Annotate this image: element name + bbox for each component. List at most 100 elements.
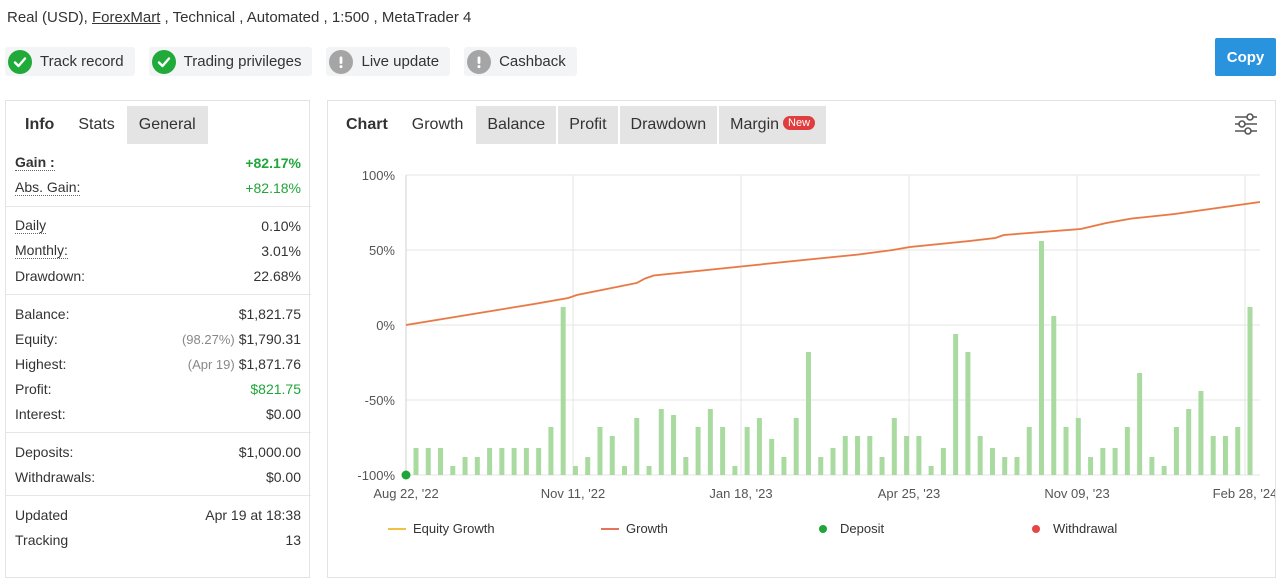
stat-label: Profit: — [15, 380, 52, 397]
tab-general[interactable]: General — [126, 106, 208, 144]
stat-value: Apr 19 at 18:38 — [205, 506, 301, 523]
stat-gain: Gain : +82.17% — [15, 150, 301, 175]
data-bar — [756, 418, 762, 475]
data-bar — [671, 415, 677, 475]
stat-value: 22.68% — [253, 267, 301, 284]
stat-abs-gain: Abs. Gain: +82.18% — [15, 175, 301, 200]
stat-updated: Updated Apr 19 at 18:38 — [15, 502, 301, 527]
divider — [6, 294, 311, 295]
y-tick-label: 100% — [362, 168, 396, 183]
divider — [6, 206, 311, 207]
verification-badges: Track record Trading privileges Live upd… — [5, 47, 577, 76]
data-bar — [953, 334, 959, 475]
badge-live-update[interactable]: Live update — [326, 47, 451, 76]
data-bar — [805, 352, 811, 475]
stat-label[interactable]: Abs. Gain: — [15, 179, 81, 196]
badge-label: Trading privileges — [183, 53, 302, 70]
series-equity-growth — [405, 201, 1261, 326]
stat-label: Highest: — [15, 355, 67, 372]
stat-label: Withdrawals: — [15, 468, 96, 485]
legend-dot — [1032, 524, 1040, 533]
chart-panel: 100% 50% 0% -50% -100% Aug 22, '22 Nov 11, '22… — [327, 100, 1276, 578]
divider — [6, 432, 311, 433]
growth-chart: 100% 50% 0% -50% -100% Aug 22, '22 Nov 11, '22… — [357, 168, 1275, 501]
tab-info[interactable]: Info — [13, 106, 66, 144]
data-bar — [744, 427, 750, 475]
data-bar — [536, 448, 542, 475]
divider — [6, 495, 311, 496]
badge-label: Track record — [40, 53, 124, 70]
stat-deposits: Deposits: $1,000.00 — [15, 439, 301, 464]
stat-value: 3.01% — [261, 242, 301, 259]
stat-label: Drawdown: — [15, 267, 86, 284]
stat-value: +82.18% — [245, 179, 301, 196]
legend-withdrawal[interactable]: Withdrawal — [1032, 521, 1117, 536]
stat-label: Interest: — [15, 405, 66, 422]
stat-equity: Equity: (98.27%) $1,790.31 — [15, 326, 301, 351]
series-growth — [405, 201, 1261, 326]
data-bar — [1137, 373, 1143, 475]
legend-growth[interactable]: Growth — [601, 521, 668, 536]
badge-track-record[interactable]: Track record — [5, 47, 135, 76]
data-bar — [658, 409, 664, 475]
data-bar — [793, 418, 799, 475]
legend-label: Equity Growth — [413, 521, 495, 536]
stat-value: $1,871.76 — [238, 355, 301, 372]
broker-link[interactable]: ForexMart — [92, 9, 160, 26]
stat-label[interactable]: Daily — [15, 217, 47, 234]
data-bar — [781, 457, 787, 475]
stat-profit: Profit: $821.75 — [15, 376, 301, 401]
stat-monthly: Monthly: 3.01% — [15, 238, 301, 263]
stat-label: Updated — [15, 506, 68, 523]
data-bar — [1100, 448, 1106, 475]
check-icon — [151, 49, 176, 74]
legend-equity-growth[interactable]: Equity Growth — [388, 521, 495, 536]
data-bar — [904, 436, 910, 475]
badge-cashback[interactable]: Cashback — [464, 47, 577, 76]
data-bar — [879, 457, 885, 475]
chart-settings-icon[interactable] — [1233, 111, 1259, 137]
data-bar — [560, 307, 566, 475]
data-bar — [818, 457, 824, 475]
data-bar — [1124, 427, 1130, 475]
data-bar — [1149, 457, 1155, 475]
y-tick-label: -100% — [357, 468, 395, 483]
data-bar — [940, 448, 946, 475]
y-tick-label: 50% — [369, 243, 395, 258]
badge-label: Cashback — [499, 53, 566, 70]
stats-panel: Info Stats General Gain : +82.17% Abs. G… — [5, 100, 311, 578]
data-bar — [989, 448, 995, 475]
stat-value: $0.00 — [265, 405, 301, 422]
data-bar — [842, 436, 848, 475]
data-bar — [867, 436, 873, 475]
stats-tabs: Info Stats General — [6, 101, 309, 144]
legend-dot — [819, 524, 827, 533]
legend-deposit[interactable]: Deposit — [819, 521, 884, 536]
stat-label[interactable]: Monthly: — [15, 242, 68, 259]
legend-label: Deposit — [840, 521, 885, 536]
data-bar — [1039, 241, 1044, 475]
stat-interest: Interest: $0.00 — [15, 401, 301, 426]
tab-stats[interactable]: Stats — [66, 106, 127, 144]
data-bar — [891, 418, 897, 475]
stat-withdrawals: Withdrawals: $0.00 — [15, 464, 301, 489]
data-bar — [511, 448, 517, 475]
data-bar — [1075, 418, 1081, 475]
new-badge: New — [783, 115, 816, 130]
data-bar — [646, 466, 652, 475]
data-bar — [695, 427, 701, 475]
data-bar — [609, 436, 615, 475]
account-summary-suffix: , Technical , Automated , 1:500 , MetaTr… — [160, 9, 472, 26]
highest-date: (Apr 19) — [187, 356, 235, 372]
stat-value: $821.75 — [250, 380, 301, 397]
data-bar — [855, 436, 861, 475]
stat-value: $0.00 — [265, 468, 301, 485]
data-bar — [597, 427, 603, 475]
badge-trading-privileges[interactable]: Trading privileges — [148, 47, 313, 76]
exclamation-icon — [467, 49, 492, 74]
stat-label: Equity: — [15, 330, 58, 347]
data-bar — [634, 418, 640, 475]
stat-label[interactable]: Gain : — [15, 154, 55, 171]
copy-button[interactable]: Copy — [1215, 38, 1276, 76]
data-bar — [425, 448, 431, 475]
